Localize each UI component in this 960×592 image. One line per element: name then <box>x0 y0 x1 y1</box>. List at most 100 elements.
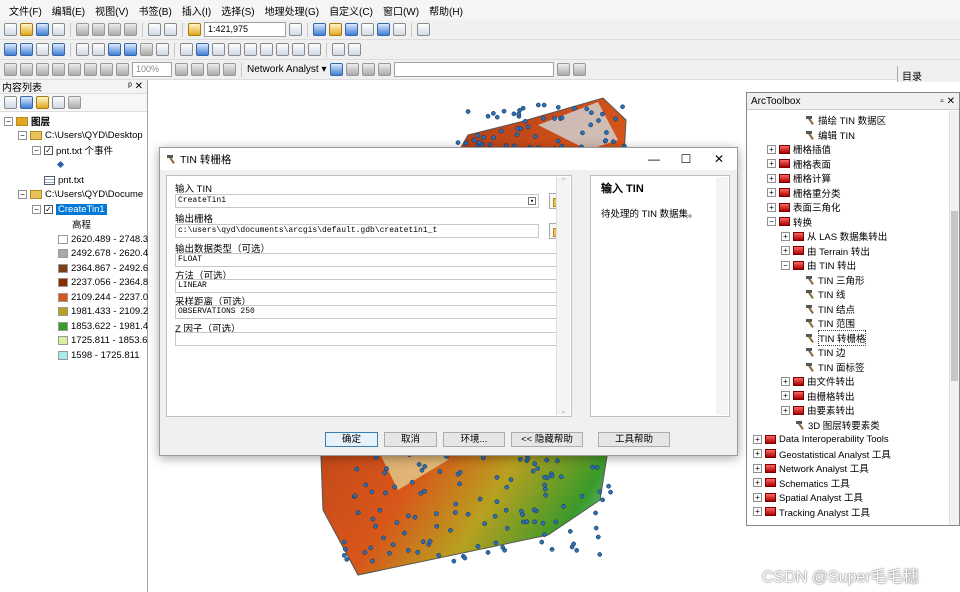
expand-icon[interactable]: + <box>753 492 762 502</box>
form-scrollbar[interactable]: ⌃ ⌄ <box>556 177 570 415</box>
toolset-item[interactable]: − 转换 <box>767 215 812 229</box>
toc-folder-desktop[interactable]: − C:\Users\QYD\Desktop <box>18 128 143 142</box>
print-icon[interactable] <box>52 23 65 36</box>
help-icon[interactable] <box>393 23 406 36</box>
maximize-button[interactable]: ☐ <box>676 151 696 167</box>
na-layer-dropdown[interactable] <box>393 62 554 77</box>
save-icon[interactable] <box>36 23 49 36</box>
copy-icon[interactable] <box>92 23 105 36</box>
visibility-checkbox[interactable]: ✓ <box>44 204 53 214</box>
toolset-item[interactable]: + 栅格重分类 <box>767 186 841 200</box>
catalog-window-icon[interactable] <box>329 23 342 36</box>
scale-box[interactable]: 1:421,975 <box>204 22 286 37</box>
toc-layer-event[interactable]: − ✓ pnt.txt 个事件 <box>32 143 113 157</box>
toolset-item[interactable]: + 从 LAS 数据集转出 <box>781 229 887 243</box>
arctoolbox-close[interactable]: ▫ ✕ <box>940 96 955 107</box>
expand-icon[interactable]: + <box>753 434 762 444</box>
menu-item-8[interactable]: 窗口(W) <box>378 3 424 18</box>
layout-fixed-out-icon[interactable] <box>84 63 97 76</box>
list-by-source-icon[interactable] <box>20 96 33 109</box>
back-icon[interactable] <box>108 43 121 56</box>
list-by-visibility-icon[interactable] <box>36 96 49 109</box>
tool-item[interactable]: TIN 结点 <box>805 302 855 316</box>
tool-item[interactable]: TIN 边 <box>805 345 845 359</box>
expand-icon[interactable]: + <box>767 144 776 154</box>
toolset-item[interactable]: + 栅格表面 <box>767 157 831 171</box>
new-icon[interactable] <box>4 23 17 36</box>
expand-icon[interactable]: + <box>767 188 776 197</box>
select-elements-icon[interactable] <box>180 43 193 56</box>
toc-root[interactable]: − 图层 <box>4 114 50 128</box>
add-data-icon[interactable] <box>188 23 201 36</box>
toolset-item[interactable]: + Schematics 工具 <box>753 476 850 490</box>
layout-fixed-in-icon[interactable] <box>68 63 81 76</box>
menu-item-3[interactable]: 书签(B) <box>133 3 176 18</box>
toc-table-pnt[interactable]: pnt.txt <box>44 173 84 187</box>
toc-folder-documents[interactable]: − C:\Users\QYD\Docume <box>18 187 143 201</box>
cut-icon[interactable] <box>76 23 89 36</box>
minimize-button[interactable]: — <box>644 151 664 167</box>
toolset-item[interactable]: + Data Interoperability Tools <box>753 432 889 446</box>
na-directions-icon[interactable] <box>556 63 570 76</box>
sampling-select[interactable]: OBSERVATIONS 250⌄ <box>175 305 565 319</box>
ok-button[interactable]: 确定 <box>325 432 378 447</box>
menu-item-6[interactable]: 地理处理(G) <box>260 3 324 18</box>
expand-icon[interactable]: + <box>781 246 790 255</box>
list-by-selection-icon[interactable] <box>52 96 65 109</box>
toolset-item[interactable]: + Network Analyst 工具 <box>753 461 869 475</box>
toolset-item[interactable]: + Tracking Analyst 工具 <box>753 505 870 519</box>
layout-full-icon[interactable] <box>52 63 65 76</box>
toc-window-icon[interactable] <box>313 23 326 36</box>
dropdown-arrow-icon[interactable]: ▾ <box>528 197 536 206</box>
expand-icon[interactable]: + <box>781 405 790 415</box>
time-slider-icon[interactable] <box>308 43 321 56</box>
tool-item[interactable]: 描绘 TIN 数据区 <box>805 113 886 127</box>
toc-layer-tin[interactable]: − ✓ CreateTin1 <box>32 202 107 216</box>
hyperlink-icon[interactable] <box>212 43 225 56</box>
search-window-icon[interactable] <box>345 23 358 36</box>
expand-icon[interactable]: + <box>753 449 762 458</box>
collapse-icon[interactable]: − <box>18 189 27 199</box>
layout-back-icon[interactable] <box>100 63 113 76</box>
menu-item-2[interactable]: 视图(V) <box>90 3 133 18</box>
toolset-item[interactable]: + 栅格计算 <box>767 171 831 185</box>
delete-icon[interactable] <box>124 23 137 36</box>
collapse-icon[interactable]: − <box>781 260 790 270</box>
goto-xy-icon[interactable] <box>292 43 305 56</box>
help-scrollbar[interactable] <box>716 177 728 415</box>
toolset-item[interactable]: + 栅格插值 <box>767 142 831 156</box>
change-layout-icon[interactable] <box>207 63 220 76</box>
expand-icon[interactable]: + <box>781 376 790 386</box>
toolset-item[interactable]: + 由要素转出 <box>781 403 855 417</box>
identify-icon[interactable] <box>196 43 209 56</box>
toolset-item[interactable]: + 由 Terrain 转出 <box>781 244 870 258</box>
cancel-button[interactable]: 取消 <box>384 432 437 447</box>
layout-pan-icon[interactable] <box>36 63 49 76</box>
data-driven-pages-icon[interactable] <box>223 63 236 76</box>
toolbox-scrollbar[interactable] <box>949 111 959 525</box>
menu-item-1[interactable]: 编辑(E) <box>47 3 90 18</box>
zoom-out-icon[interactable] <box>20 43 33 56</box>
na-create-location-icon[interactable] <box>345 63 359 76</box>
tool-item[interactable]: TIN 转栅格 <box>805 329 867 346</box>
arctoolbox-icon[interactable] <box>361 23 374 36</box>
collapse-icon[interactable]: − <box>4 116 13 126</box>
layout-zoom-out-icon[interactable] <box>20 63 33 76</box>
layout-forward-icon[interactable] <box>116 63 129 76</box>
tool-item[interactable]: TIN 范围 <box>805 316 855 330</box>
list-by-drawing-order-icon[interactable] <box>4 96 17 109</box>
fixed-zoom-out-icon[interactable] <box>92 43 105 56</box>
swipe-icon[interactable] <box>348 43 361 56</box>
toolset-item[interactable]: − 由 TIN 转出 <box>781 258 856 272</box>
find-route-icon[interactable] <box>276 43 289 56</box>
fixed-zoom-in-icon[interactable] <box>76 43 89 56</box>
focus-data-frame-icon[interactable] <box>191 63 204 76</box>
menu-item-9[interactable]: 帮助(H) <box>424 3 468 18</box>
model-builder-icon[interactable] <box>417 23 430 36</box>
clear-selection-icon[interactable] <box>156 43 169 56</box>
z-factor-input[interactable]: 1 <box>175 332 565 346</box>
tool-item[interactable]: TIN 面标签 <box>805 360 864 374</box>
create-viewer-icon[interactable] <box>332 43 345 56</box>
expand-icon[interactable]: + <box>767 202 776 212</box>
toolset-item[interactable]: + 由栅格转出 <box>781 389 855 403</box>
